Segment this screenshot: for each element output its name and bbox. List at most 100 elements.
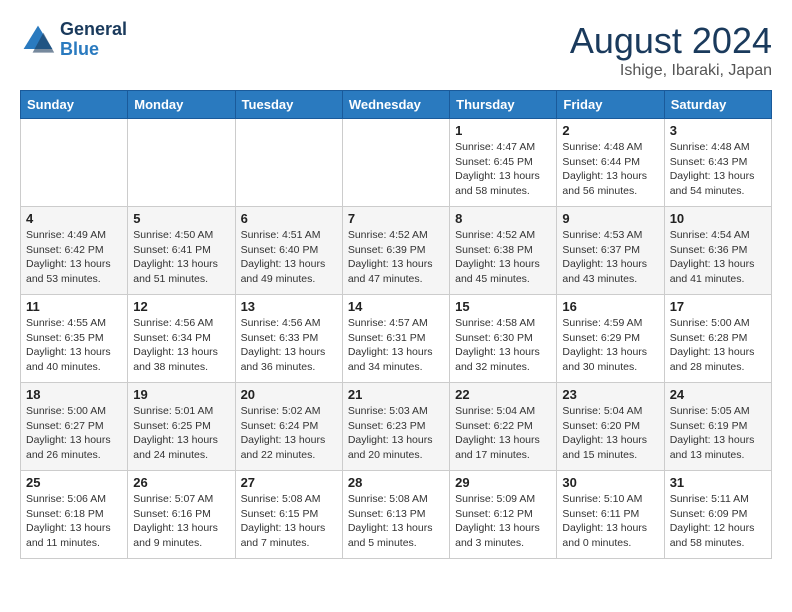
day-number: 23 xyxy=(562,387,658,402)
logo-text: General Blue xyxy=(60,20,127,60)
calendar-cell: 9 Sunrise: 4:53 AMSunset: 6:37 PMDaylight… xyxy=(557,207,664,295)
day-detail: Sunrise: 5:10 AMSunset: 6:11 PMDaylight:… xyxy=(562,492,658,551)
day-number: 6 xyxy=(241,211,337,226)
calendar-table: SundayMondayTuesdayWednesdayThursdayFrid… xyxy=(20,90,772,559)
day-number: 7 xyxy=(348,211,444,226)
day-number: 27 xyxy=(241,475,337,490)
day-number: 8 xyxy=(455,211,551,226)
calendar-cell xyxy=(21,119,128,207)
day-detail: Sunrise: 4:50 AMSunset: 6:41 PMDaylight:… xyxy=(133,228,229,287)
day-detail: Sunrise: 4:52 AMSunset: 6:39 PMDaylight:… xyxy=(348,228,444,287)
day-detail: Sunrise: 5:03 AMSunset: 6:23 PMDaylight:… xyxy=(348,404,444,463)
day-number: 2 xyxy=(562,123,658,138)
day-detail: Sunrise: 4:57 AMSunset: 6:31 PMDaylight:… xyxy=(348,316,444,375)
day-number: 4 xyxy=(26,211,122,226)
calendar-cell xyxy=(235,119,342,207)
calendar-cell: 29 Sunrise: 5:09 AMSunset: 6:12 PMDayligh… xyxy=(450,471,557,559)
day-detail: Sunrise: 5:08 AMSunset: 6:15 PMDaylight:… xyxy=(241,492,337,551)
calendar-cell: 21 Sunrise: 5:03 AMSunset: 6:23 PMDayligh… xyxy=(342,383,449,471)
day-number: 11 xyxy=(26,299,122,314)
calendar-cell: 22 Sunrise: 5:04 AMSunset: 6:22 PMDayligh… xyxy=(450,383,557,471)
calendar-cell: 15 Sunrise: 4:58 AMSunset: 6:30 PMDayligh… xyxy=(450,295,557,383)
day-detail: Sunrise: 5:04 AMSunset: 6:20 PMDaylight:… xyxy=(562,404,658,463)
title-section: August 2024 Ishige, Ibaraki, Japan xyxy=(570,20,772,80)
logo-icon xyxy=(20,22,56,58)
day-number: 10 xyxy=(670,211,766,226)
day-detail: Sunrise: 4:53 AMSunset: 6:37 PMDaylight:… xyxy=(562,228,658,287)
calendar-cell: 18 Sunrise: 5:00 AMSunset: 6:27 PMDayligh… xyxy=(21,383,128,471)
day-detail: Sunrise: 5:08 AMSunset: 6:13 PMDaylight:… xyxy=(348,492,444,551)
calendar-cell: 19 Sunrise: 5:01 AMSunset: 6:25 PMDayligh… xyxy=(128,383,235,471)
day-detail: Sunrise: 5:00 AMSunset: 6:28 PMDaylight:… xyxy=(670,316,766,375)
day-detail: Sunrise: 4:51 AMSunset: 6:40 PMDaylight:… xyxy=(241,228,337,287)
location: Ishige, Ibaraki, Japan xyxy=(570,62,772,80)
day-detail: Sunrise: 4:58 AMSunset: 6:30 PMDaylight:… xyxy=(455,316,551,375)
day-number: 31 xyxy=(670,475,766,490)
day-number: 20 xyxy=(241,387,337,402)
calendar-cell: 31Sunrise: 5:11 AMSunset: 6:09 PMDayligh… xyxy=(664,471,771,559)
day-number: 18 xyxy=(26,387,122,402)
day-number: 25 xyxy=(26,475,122,490)
calendar-cell xyxy=(342,119,449,207)
day-number: 15 xyxy=(455,299,551,314)
calendar-cell: 5 Sunrise: 4:50 AMSunset: 6:41 PMDaylight… xyxy=(128,207,235,295)
day-detail: Sunrise: 5:09 AMSunset: 6:12 PMDaylight:… xyxy=(455,492,551,551)
month-title: August 2024 xyxy=(570,20,772,62)
day-number: 12 xyxy=(133,299,229,314)
calendar-cell: 28 Sunrise: 5:08 AMSunset: 6:13 PMDayligh… xyxy=(342,471,449,559)
day-detail: Sunrise: 5:00 AMSunset: 6:27 PMDaylight:… xyxy=(26,404,122,463)
day-number: 30 xyxy=(562,475,658,490)
logo: General Blue xyxy=(20,20,127,60)
page-header: General Blue August 2024 Ishige, Ibaraki… xyxy=(20,20,772,80)
calendar-cell: 4 Sunrise: 4:49 AMSunset: 6:42 PMDaylight… xyxy=(21,207,128,295)
weekday-header-row: SundayMondayTuesdayWednesdayThursdayFrid… xyxy=(21,91,772,119)
day-detail: Sunrise: 4:48 AMSunset: 6:44 PMDaylight:… xyxy=(562,140,658,199)
calendar-cell: 16Sunrise: 4:59 AMSunset: 6:29 PMDayligh… xyxy=(557,295,664,383)
day-detail: Sunrise: 4:55 AMSunset: 6:35 PMDaylight:… xyxy=(26,316,122,375)
calendar-cell: 6 Sunrise: 4:51 AMSunset: 6:40 PMDaylight… xyxy=(235,207,342,295)
calendar-week-row: 11 Sunrise: 4:55 AMSunset: 6:35 PMDayligh… xyxy=(21,295,772,383)
day-detail: Sunrise: 4:47 AMSunset: 6:45 PMDaylight:… xyxy=(455,140,551,199)
calendar-week-row: 4 Sunrise: 4:49 AMSunset: 6:42 PMDaylight… xyxy=(21,207,772,295)
day-detail: Sunrise: 4:56 AMSunset: 6:34 PMDaylight:… xyxy=(133,316,229,375)
calendar-cell: 10Sunrise: 4:54 AMSunset: 6:36 PMDayligh… xyxy=(664,207,771,295)
day-number: 14 xyxy=(348,299,444,314)
day-detail: Sunrise: 4:59 AMSunset: 6:29 PMDaylight:… xyxy=(562,316,658,375)
day-number: 5 xyxy=(133,211,229,226)
weekday-header: Sunday xyxy=(21,91,128,119)
day-detail: Sunrise: 5:06 AMSunset: 6:18 PMDaylight:… xyxy=(26,492,122,551)
day-number: 24 xyxy=(670,387,766,402)
calendar-week-row: 18 Sunrise: 5:00 AMSunset: 6:27 PMDayligh… xyxy=(21,383,772,471)
weekday-header: Thursday xyxy=(450,91,557,119)
day-number: 22 xyxy=(455,387,551,402)
weekday-header: Friday xyxy=(557,91,664,119)
day-number: 13 xyxy=(241,299,337,314)
day-detail: Sunrise: 5:01 AMSunset: 6:25 PMDaylight:… xyxy=(133,404,229,463)
day-detail: Sunrise: 5:05 AMSunset: 6:19 PMDaylight:… xyxy=(670,404,766,463)
day-number: 17 xyxy=(670,299,766,314)
day-number: 29 xyxy=(455,475,551,490)
weekday-header: Saturday xyxy=(664,91,771,119)
calendar-cell: 12 Sunrise: 4:56 AMSunset: 6:34 PMDayligh… xyxy=(128,295,235,383)
calendar-week-row: 25 Sunrise: 5:06 AMSunset: 6:18 PMDayligh… xyxy=(21,471,772,559)
day-number: 9 xyxy=(562,211,658,226)
day-detail: Sunrise: 4:49 AMSunset: 6:42 PMDaylight:… xyxy=(26,228,122,287)
day-detail: Sunrise: 5:04 AMSunset: 6:22 PMDaylight:… xyxy=(455,404,551,463)
calendar-cell: 8 Sunrise: 4:52 AMSunset: 6:38 PMDaylight… xyxy=(450,207,557,295)
day-detail: Sunrise: 4:52 AMSunset: 6:38 PMDaylight:… xyxy=(455,228,551,287)
day-number: 19 xyxy=(133,387,229,402)
calendar-cell: 17 Sunrise: 5:00 AMSunset: 6:28 PMDayligh… xyxy=(664,295,771,383)
day-number: 21 xyxy=(348,387,444,402)
calendar-cell: 13Sunrise: 4:56 AMSunset: 6:33 PMDayligh… xyxy=(235,295,342,383)
weekday-header: Wednesday xyxy=(342,91,449,119)
day-detail: Sunrise: 5:07 AMSunset: 6:16 PMDaylight:… xyxy=(133,492,229,551)
day-number: 28 xyxy=(348,475,444,490)
day-number: 3 xyxy=(670,123,766,138)
weekday-header: Tuesday xyxy=(235,91,342,119)
day-detail: Sunrise: 4:48 AMSunset: 6:43 PMDaylight:… xyxy=(670,140,766,199)
day-number: 1 xyxy=(455,123,551,138)
calendar-cell: 3 Sunrise: 4:48 AMSunset: 6:43 PMDaylight… xyxy=(664,119,771,207)
calendar-week-row: 1 Sunrise: 4:47 AMSunset: 6:45 PMDaylight… xyxy=(21,119,772,207)
calendar-cell: 23 Sunrise: 5:04 AMSunset: 6:20 PMDayligh… xyxy=(557,383,664,471)
calendar-cell: 1 Sunrise: 4:47 AMSunset: 6:45 PMDaylight… xyxy=(450,119,557,207)
